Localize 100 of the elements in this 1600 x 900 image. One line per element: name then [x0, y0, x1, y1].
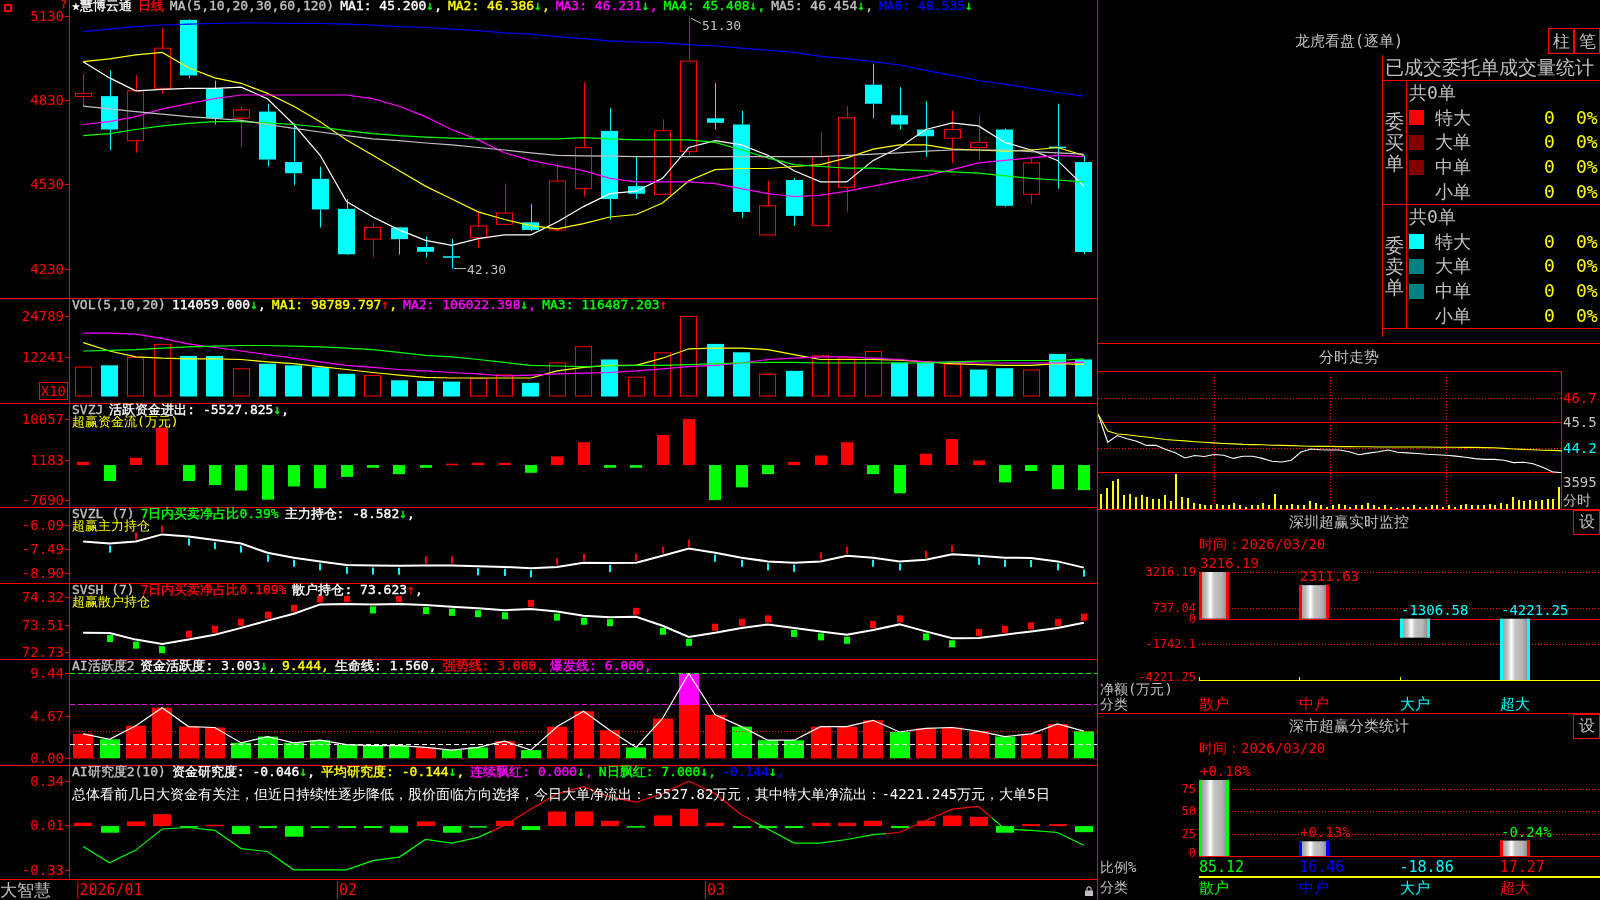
- trend-marker: [660, 627, 666, 635]
- flow-bar: [341, 465, 353, 477]
- volume-bar: [206, 355, 223, 397]
- candlestick: [970, 114, 987, 161]
- category-label: 散户: [1199, 880, 1229, 896]
- category-label: 中户: [1299, 696, 1330, 712]
- research-bar: [706, 822, 724, 827]
- flow-bar: [630, 465, 642, 468]
- axis-title: 比例%: [1099, 859, 1137, 875]
- trend-marker: [477, 568, 479, 576]
- candlestick: [917, 100, 934, 158]
- flow-bar: [578, 442, 590, 466]
- volume-bar: [654, 352, 671, 397]
- research-bar: [1075, 826, 1093, 833]
- activity-bar: [600, 730, 620, 759]
- trend-marker: [976, 628, 982, 636]
- research-bar: [285, 826, 303, 837]
- table-title: 已成交委托单成交量统计: [1385, 56, 1594, 78]
- legend-text: 主力持仓: -8.582↓,: [284, 508, 415, 520]
- indicator-title: 超赢主力持仓: [72, 520, 150, 531]
- research-bar: [311, 826, 329, 829]
- research-bar: [812, 822, 830, 827]
- trend-marker: [293, 559, 295, 567]
- volume-bar: [127, 356, 144, 397]
- axis-label: 24789: [21, 309, 64, 323]
- axis-label: 12241: [21, 350, 64, 364]
- trend-marker: [1002, 625, 1008, 633]
- legend-text: N日飘红: 7.000↓,: [598, 766, 717, 778]
- trend-marker: [820, 552, 822, 560]
- value-label: -18.86: [1399, 859, 1454, 875]
- order-share: 0%: [1576, 181, 1598, 202]
- candlestick: [417, 236, 434, 258]
- category-label: 中户: [1299, 880, 1330, 896]
- volume-bar: [1023, 369, 1040, 397]
- toggle-button[interactable]: 柱: [1548, 28, 1574, 54]
- flow-bar: [156, 427, 168, 466]
- change-label: +0.13%: [1300, 824, 1351, 841]
- trend-marker: [949, 640, 955, 648]
- legend-text: 114059.000↓,: [171, 299, 266, 311]
- flow-bar: [446, 463, 458, 466]
- trend-marker: [686, 638, 692, 646]
- order-total: 共0单: [1409, 207, 1456, 228]
- axis-label: 1183: [30, 453, 64, 467]
- settings-button[interactable]: 设: [1573, 510, 1600, 535]
- trend-marker: [238, 618, 244, 626]
- research-bar: [996, 826, 1014, 833]
- legend-text: MA1: 98789.797↑,: [271, 299, 398, 311]
- flow-bar: [736, 465, 748, 488]
- volume-bar: [996, 368, 1013, 397]
- research-bar: [864, 820, 882, 827]
- trend-marker: [1030, 559, 1032, 567]
- order-type: 小单: [1435, 305, 1471, 326]
- trend-marker: [107, 635, 113, 643]
- toggle-button[interactable]: 笔: [1574, 28, 1600, 54]
- axis-label: -0.33: [21, 863, 64, 877]
- activity-bar: [626, 747, 646, 759]
- volume-bar: [944, 363, 961, 397]
- trend-marker: [554, 613, 560, 621]
- category-label: 超大: [1499, 880, 1530, 896]
- trend-marker: [1055, 618, 1061, 626]
- research-bar: [733, 826, 751, 829]
- legend-text: 连续飘红: 0.000↓,: [470, 766, 593, 778]
- volume-bar: [891, 362, 908, 397]
- trend-marker: [319, 563, 321, 571]
- trend-marker: [423, 607, 429, 615]
- legend-text: MA3: 46.231↓,: [555, 0, 658, 12]
- axis-label: 0: [1188, 848, 1196, 858]
- volume-bar: [733, 352, 750, 397]
- flow-bar: [104, 465, 116, 481]
- flow-bar: [841, 442, 853, 466]
- activity-bar: [995, 736, 1015, 759]
- research-bar: [785, 826, 803, 829]
- flow-bar: [314, 465, 326, 489]
- trend-marker: [899, 563, 901, 571]
- trend-marker: [475, 610, 481, 618]
- legend-text: 资金活跃度: 3.003↓,: [140, 660, 276, 672]
- volume-bar: [707, 343, 724, 397]
- research-bar: [127, 821, 145, 827]
- flow-bar: [657, 435, 669, 466]
- flow-bar: [604, 465, 616, 468]
- volume-bar: [233, 368, 250, 397]
- axis-label: -7.49: [21, 542, 64, 556]
- order-count: 0: [1544, 305, 1555, 326]
- activity-bar: [495, 741, 515, 759]
- change-label: +0.18%: [1200, 763, 1251, 779]
- order-count: 0: [1544, 107, 1555, 128]
- trend-marker: [1057, 563, 1059, 571]
- research-bar: [970, 816, 988, 827]
- order-type: 特大: [1435, 231, 1471, 252]
- activity-bar: [442, 750, 462, 759]
- order-count: 0: [1544, 132, 1555, 153]
- trend-marker: [1028, 622, 1034, 630]
- lock-icon: [1085, 886, 1093, 896]
- volume-bar: [101, 365, 118, 397]
- axis-label: 4.67: [30, 709, 64, 723]
- research-bar: [838, 822, 856, 827]
- trend-marker: [370, 606, 376, 614]
- settings-button[interactable]: 设: [1573, 714, 1600, 739]
- research-bar: [390, 826, 408, 833]
- candlestick: [75, 72, 92, 107]
